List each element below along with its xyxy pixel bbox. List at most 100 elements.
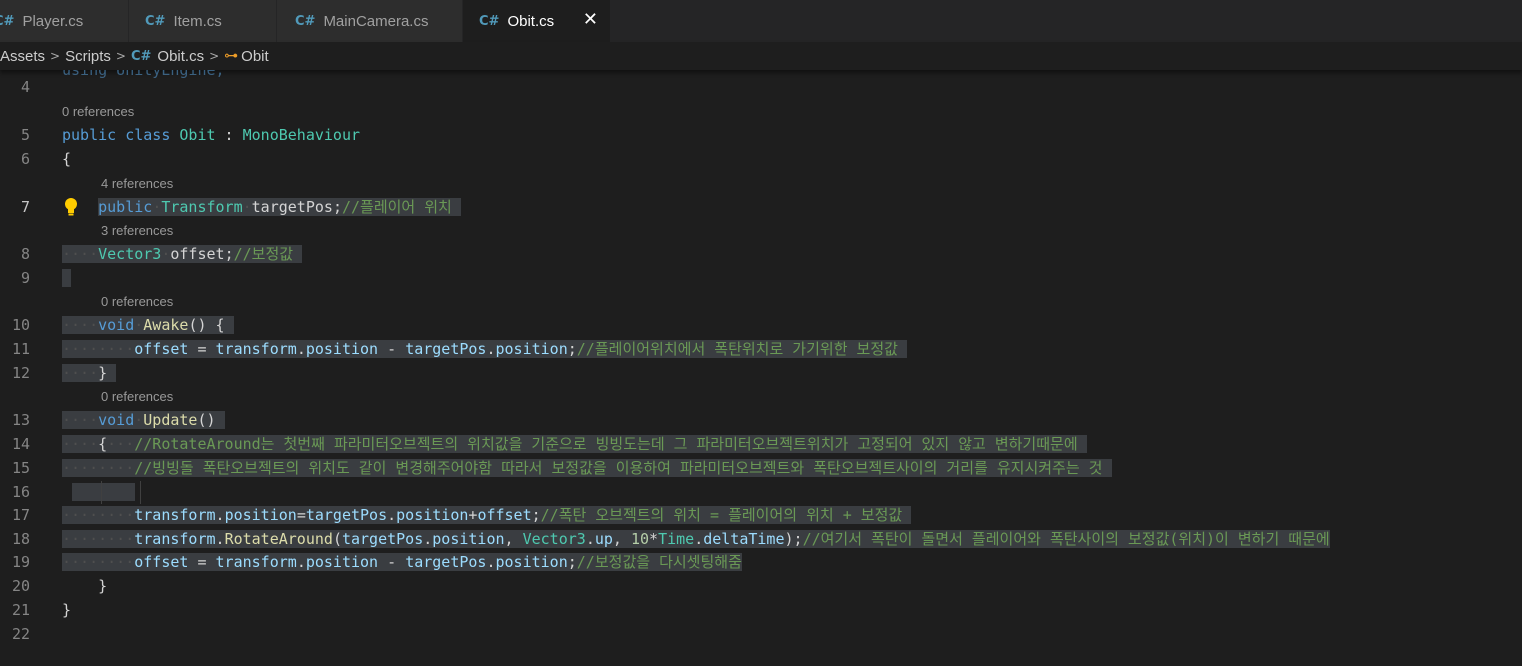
tab-player-cs[interactable]: C# Player.cs bbox=[0, 0, 129, 42]
type-name: Transform bbox=[161, 198, 243, 216]
punctuation: . bbox=[296, 553, 306, 571]
identifier: position bbox=[495, 340, 568, 358]
tab-item-cs[interactable]: C# Item.cs bbox=[129, 0, 277, 42]
punctuation: ; bbox=[567, 340, 577, 358]
operator: = bbox=[296, 506, 306, 524]
method-name: Update bbox=[143, 411, 198, 429]
line-number: 13 bbox=[11, 411, 30, 429]
code-line-10: ····void·Awake() { bbox=[62, 314, 234, 337]
close-tab-icon[interactable]: ✕ bbox=[583, 9, 598, 30]
code-line-9 bbox=[62, 267, 72, 290]
punctuation: ; bbox=[332, 198, 342, 216]
code-line-18: ········transform.RotateAround(targetPos… bbox=[62, 530, 1330, 548]
code-line-6: { bbox=[62, 148, 71, 171]
identifier: position bbox=[396, 506, 469, 524]
breadcrumb-item-file[interactable]: Obit.cs bbox=[157, 48, 204, 65]
operator: = bbox=[188, 553, 216, 571]
csharp-file-icon: C# bbox=[295, 13, 316, 29]
code-line-15: ········//빙빙돌 폭탄오브젝트의 위치도 같이 변경해주어야함 따라서… bbox=[62, 457, 1112, 480]
punctuation: , bbox=[504, 530, 523, 548]
class-name: Obit bbox=[179, 126, 216, 144]
keyword: class bbox=[125, 126, 171, 144]
method-name: Awake bbox=[143, 316, 189, 334]
identifier: offset bbox=[477, 506, 532, 524]
code-line-11: ········offset = transform.position - ta… bbox=[62, 338, 907, 361]
punctuation: . bbox=[585, 530, 595, 548]
csharp-file-icon: C# bbox=[0, 13, 15, 29]
identifier: transform bbox=[215, 553, 297, 571]
type-name: MonoBehaviour bbox=[242, 126, 361, 144]
identifier: position bbox=[305, 553, 379, 571]
comment: //여기서 폭탄이 돌면서 플레이어와 폭탄사이의 보정값(위치)이 변하기 때… bbox=[802, 530, 1330, 548]
comment: //플레이어위치에서 폭탄위치로 가기위한 보정값 bbox=[576, 340, 898, 358]
line-number: 15 bbox=[11, 459, 30, 477]
code-line-14: ····{···//RotateAround는 첫번째 파라미터오브젝트의 위치… bbox=[62, 433, 1087, 456]
line-number: 10 bbox=[11, 316, 30, 334]
keyword: void bbox=[98, 316, 135, 334]
punctuation: ; bbox=[567, 553, 577, 571]
operator: = bbox=[188, 340, 216, 358]
keyword: void bbox=[98, 411, 135, 429]
comment: //RotateAround는 첫번째 파라미터오브젝트의 위치값을 기준으로 … bbox=[134, 435, 1078, 453]
tab-maincamera-cs[interactable]: C# MainCamera.cs bbox=[277, 0, 463, 42]
punctuation: . bbox=[486, 553, 496, 571]
punctuation: { bbox=[62, 150, 72, 168]
punctuation: ; bbox=[224, 245, 234, 263]
punctuation: ); bbox=[784, 530, 803, 548]
identifier: offset bbox=[170, 245, 225, 263]
code-lens-references[interactable]: 0 references bbox=[101, 387, 173, 407]
comment: //빙빙돌 폭탄오브젝트의 위치도 같이 변경해주어야함 따라서 보정값을 이용… bbox=[134, 459, 1103, 477]
punctuation: } bbox=[98, 364, 108, 382]
code-line-13: ····void·Update() bbox=[62, 409, 225, 432]
punctuation: , bbox=[612, 530, 631, 548]
comment: //폭탄 오브젝트의 위치 = 플레이어의 위치 + 보정값 bbox=[540, 506, 903, 524]
editor-tab-bar: C# Player.cs C# Item.cs C# MainCamera.cs… bbox=[0, 0, 1522, 42]
code-lens-references[interactable]: 0 references bbox=[101, 292, 173, 312]
code-lens-references[interactable]: 0 references bbox=[62, 102, 134, 122]
punctuation: . bbox=[296, 340, 306, 358]
identifier: transform bbox=[134, 506, 216, 524]
csharp-file-icon: C# bbox=[145, 13, 166, 29]
punctuation: . bbox=[387, 506, 397, 524]
indent-guide bbox=[101, 481, 102, 504]
chevron-right-icon: > bbox=[115, 49, 126, 63]
code-lens-references[interactable]: 3 references bbox=[101, 221, 173, 241]
code-lens-references[interactable]: 4 references bbox=[101, 174, 173, 194]
number-literal: 10 bbox=[630, 530, 650, 548]
identifier: targetPos bbox=[405, 340, 487, 358]
operator: * bbox=[649, 530, 659, 548]
identifier: offset bbox=[134, 340, 189, 358]
operator: - bbox=[378, 340, 406, 358]
line-number: 12 bbox=[11, 364, 30, 382]
identifier: targetPos bbox=[405, 553, 487, 571]
identifier: targetPos bbox=[305, 506, 388, 524]
operator: - bbox=[378, 553, 406, 571]
tab-label: Item.cs bbox=[173, 12, 222, 30]
punctuation: . bbox=[486, 340, 496, 358]
line-number: 7 bbox=[20, 198, 30, 216]
code-line-3: using UnityEngine; bbox=[62, 70, 225, 82]
line-number: 20 bbox=[11, 577, 30, 595]
tab-label: Obit.cs bbox=[507, 12, 555, 30]
code-line-12: ····} bbox=[62, 362, 117, 385]
breadcrumb-item-class[interactable]: Obit bbox=[241, 48, 269, 65]
identifier: transform bbox=[215, 340, 297, 358]
breadcrumb-item-scripts[interactable]: Scripts bbox=[65, 48, 111, 65]
code-line-8: ····Vector3·offset;//보정값 bbox=[62, 243, 303, 266]
line-number: 16 bbox=[11, 483, 30, 501]
code-editor[interactable]: using UnityEngine; 4 5 6 7 8 9 10 11 12 … bbox=[0, 70, 1522, 666]
identifier: deltaTime bbox=[703, 530, 785, 548]
line-number: 14 bbox=[11, 435, 30, 453]
punctuation: () bbox=[197, 411, 216, 429]
line-number-gutter: 4 5 6 7 8 9 10 11 12 13 14 15 16 17 18 1… bbox=[0, 70, 48, 666]
punctuation: ; bbox=[531, 506, 541, 524]
identifier: transform bbox=[134, 530, 216, 548]
code-line-20: } bbox=[62, 575, 107, 598]
identifier: position bbox=[495, 553, 568, 571]
tab-obit-cs[interactable]: C# Obit.cs ✕ bbox=[463, 0, 611, 42]
line-number: 11 bbox=[11, 340, 30, 358]
tab-label: MainCamera.cs bbox=[323, 12, 429, 30]
comment: //플레이어 위치 bbox=[341, 198, 452, 216]
code-line-7: public·Transform·targetPos;//플레이어 위치 bbox=[62, 196, 461, 219]
breadcrumb-item-assets[interactable]: Assets bbox=[0, 48, 45, 65]
